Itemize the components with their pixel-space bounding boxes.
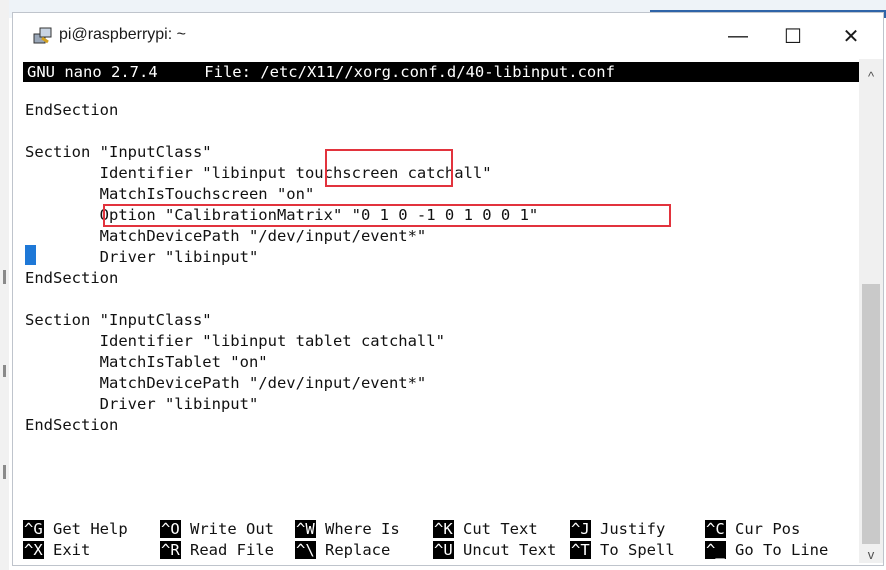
desktop-edge-mark (3, 365, 6, 377)
editor-line: Section "InputClass" (25, 311, 212, 329)
editor-line: Driver "libinput" (25, 395, 259, 413)
editor-line: Identifier "libinput tablet catchall" (25, 332, 445, 350)
shortcut-label: Write Out (190, 520, 275, 538)
shortcut-label: To Spell (600, 541, 675, 559)
shortcut-item[interactable]: ^X Exit (23, 540, 90, 561)
editor-line: EndSection (25, 101, 119, 119)
shortcut-label: Replace (325, 541, 391, 559)
shortcut-item[interactable]: ^\ Replace (295, 540, 390, 561)
shortcut-item[interactable]: ^R Read File (160, 540, 274, 561)
shortcut-label: Cur Pos (735, 520, 801, 538)
shortcut-item[interactable]: ^C Cur Pos (705, 519, 800, 540)
shortcut-key: ^G (23, 520, 44, 538)
scroll-up-arrow-icon[interactable]: ^ (859, 67, 883, 85)
shortcut-label: Read File (190, 541, 275, 559)
shortcut-item[interactable]: ^U Uncut Text (433, 540, 556, 561)
shortcut-item[interactable]: ^J Justify (570, 519, 665, 540)
desktop-edge-mark (3, 465, 6, 479)
shortcut-key: ^R (160, 541, 181, 559)
shortcut-key: ^K (433, 520, 454, 538)
shortcut-label: Go To Line (735, 541, 829, 559)
shortcut-item[interactable]: ^O Write Out (160, 519, 274, 540)
shortcut-key: ^U (433, 541, 454, 559)
shortcut-label: Uncut Text (463, 541, 557, 559)
shortcut-label: Cut Text (463, 520, 538, 538)
desktop-edge-mark (3, 270, 6, 284)
putty-window: pi@raspberrypi: ~ — ☐ ✕ GNU nano 2.7.4 F… (12, 12, 884, 566)
highlight-box-calibration-matrix (103, 204, 671, 227)
text-cursor (25, 245, 36, 265)
shortcut-key: ^T (570, 541, 591, 559)
desktop-left-edge (0, 0, 9, 570)
shortcut-key: ^X (23, 541, 44, 559)
shortcut-key: ^O (160, 520, 181, 538)
editor-line: MatchDevicePath "/dev/input/event*" (25, 374, 427, 392)
shortcut-item[interactable]: ^_ Go To Line (705, 540, 828, 561)
editor-line: EndSection (25, 269, 119, 287)
title-bar[interactable]: pi@raspberrypi: ~ — ☐ ✕ (13, 13, 883, 59)
shortcut-label: Where Is (325, 520, 400, 538)
shortcut-key: ^J (570, 520, 591, 538)
shortcut-key: ^\ (295, 541, 316, 559)
shortcut-key: ^C (705, 520, 726, 538)
editor-line: MatchIsTouchscreen "on" (25, 185, 315, 203)
shortcut-item[interactable]: ^K Cut Text (433, 519, 538, 540)
maximize-button[interactable]: ☐ (773, 21, 813, 51)
editor-line: MatchDevicePath "/dev/input/event*" (25, 227, 427, 245)
minimize-button[interactable]: — (718, 21, 758, 51)
terminal-area[interactable]: GNU nano 2.7.4 File: /etc/X11//xorg.conf… (23, 59, 859, 563)
close-button[interactable]: ✕ (831, 21, 871, 51)
shortcut-label: Justify (600, 520, 666, 538)
shortcut-key: ^_ (705, 541, 726, 559)
nano-header-bar: GNU nano 2.7.4 File: /etc/X11//xorg.conf… (23, 62, 859, 82)
editor-line: MatchIsTablet "on" (25, 353, 268, 371)
vertical-scrollbar[interactable]: ^ v (859, 59, 883, 563)
shortcut-item[interactable]: ^T To Spell (570, 540, 675, 561)
shortcut-label: Get Help (53, 520, 128, 538)
scrollbar-thumb[interactable] (862, 284, 880, 544)
editor-line: Section "InputClass" (25, 143, 212, 161)
shortcut-bar-row-1: ^G Get Help ^O Write Out ^W Where Is ^K Cut… (23, 519, 859, 540)
shortcut-item[interactable]: ^W Where Is (295, 519, 400, 540)
scroll-down-arrow-icon[interactable]: v (859, 545, 883, 563)
window-title: pi@raspberrypi: ~ (59, 26, 186, 43)
shortcut-label: Exit (53, 541, 91, 559)
editor-line: Driver "libinput" (25, 248, 259, 266)
shortcut-bar-row-2: ^X Exit ^R Read File ^\ Replace ^U Uncut Te… (23, 540, 859, 561)
highlight-box-touchscreen (325, 149, 453, 187)
editor-line: EndSection (25, 416, 119, 434)
shortcut-item[interactable]: ^G Get Help (23, 519, 128, 540)
shortcut-key: ^W (295, 520, 316, 538)
putty-icon (33, 27, 52, 44)
